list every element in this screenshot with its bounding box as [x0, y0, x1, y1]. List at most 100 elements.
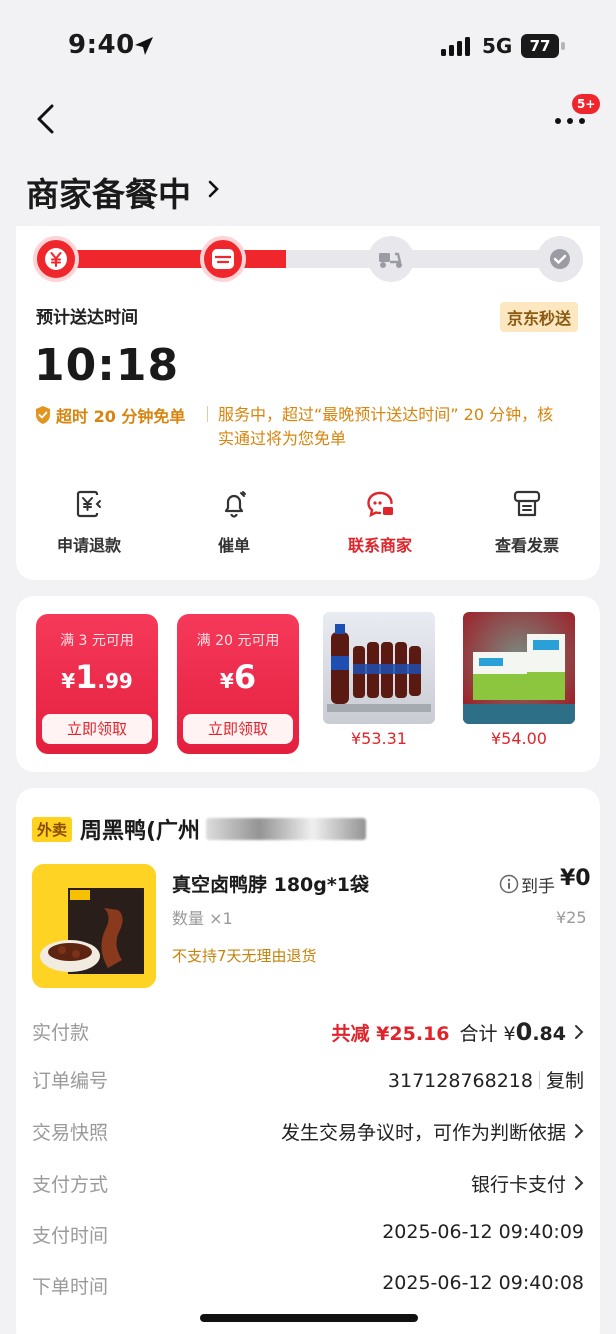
coupon-amount-cents: .99	[97, 669, 133, 693]
order-number: 317128768218	[387, 1070, 533, 1092]
net-price-label: 到手	[521, 877, 555, 897]
battery-level: 77	[521, 34, 559, 58]
service-tag: 京东秒送	[500, 302, 579, 332]
info-icon[interactable]	[499, 874, 519, 894]
total-prefix: 合计 ¥	[459, 1023, 516, 1045]
row-payment-method[interactable]: 支付方式 银行卡支付	[32, 1170, 584, 1200]
row-order-number: 订单编号 317128768218 复制	[32, 1066, 584, 1096]
row-label: 订单编号	[32, 1070, 109, 1092]
chevron-right-icon	[575, 1124, 584, 1138]
row-value: 共减 ¥25.16 合计 ¥0.84	[332, 1018, 584, 1046]
item-image[interactable]	[32, 864, 156, 988]
network-type: 5G	[482, 34, 513, 58]
guarantee-badge[interactable]: 超时 20 分钟免单	[34, 403, 185, 427]
home-indicator[interactable]	[200, 1314, 418, 1322]
product-price: ¥53.31	[351, 729, 407, 748]
claim-coupon-button[interactable]: 立即领取	[42, 714, 152, 744]
page-title[interactable]: 商家备餐中	[26, 168, 191, 216]
coupon-currency: ¥	[61, 669, 76, 693]
row-trade-snapshot[interactable]: 交易快照 发生交易争议时，可作为判断依据	[32, 1118, 584, 1148]
message-count-badge: 5+	[572, 94, 601, 114]
action-label: 联系商家	[347, 536, 412, 555]
status-bar: 9:40 5G 77	[0, 0, 616, 90]
product-thumbnail-milk[interactable]	[463, 612, 575, 724]
product-thumbnail-cola[interactable]	[323, 612, 435, 724]
guarantee-label: 超时 20 分钟免单	[56, 407, 186, 426]
eta-label: 预计送达时间	[36, 308, 138, 328]
shield-icon	[36, 406, 50, 424]
coupon-currency: ¥	[219, 669, 234, 693]
chevron-right-icon	[575, 1025, 584, 1039]
row-label: 交易快照	[32, 1122, 109, 1144]
total-discount: 共减 ¥25.16	[331, 1023, 450, 1045]
row-label: 实付款	[32, 1022, 90, 1044]
step-preparing-node	[200, 236, 246, 282]
original-price: ¥25	[556, 908, 587, 927]
battery-cap	[561, 42, 565, 50]
action-label: 催单	[217, 536, 250, 555]
guarantee-description: 服务中，超过“最晚预计送达时间” 20 分钟，核实通过将为您免单	[218, 405, 554, 448]
eta-time: 10:18	[34, 340, 180, 391]
action-label: 查看发票	[494, 536, 559, 555]
duck-neck-package-image	[32, 864, 156, 988]
net-price: ¥0	[560, 866, 591, 891]
total-amount-cents: .84	[532, 1023, 566, 1045]
item-name[interactable]: 真空卤鸭脖 180g*1袋	[172, 870, 369, 897]
claim-coupon-button[interactable]: 立即领取	[183, 714, 293, 744]
snapshot-description: 发生交易争议时，可作为判断依据	[280, 1122, 566, 1144]
step-delivering-node	[368, 236, 414, 282]
total-amount-main: 0	[515, 1018, 533, 1046]
coupon-amount: ¥1.99	[36, 658, 158, 696]
row-value: 银行卡支付	[471, 1170, 584, 1197]
request-refund-button[interactable]: 申请退款	[34, 488, 144, 556]
row-payment-time: 支付时间 2025-06-12 09:40:09	[32, 1221, 584, 1251]
row-label: 支付时间	[32, 1225, 109, 1247]
coupon-card[interactable]: 满 20 元可用 ¥6 立即领取	[177, 614, 299, 754]
battery-icon: 77	[521, 34, 565, 58]
merchant-chat-icon	[367, 491, 393, 518]
return-policy: 不支持7天无理由退货	[172, 947, 317, 965]
step-delivered-node	[537, 236, 583, 282]
chevron-right-icon[interactable]	[206, 178, 222, 200]
cola-bottles-image	[323, 612, 435, 724]
chevron-right-icon	[575, 1176, 584, 1190]
item-quantity: 数量 ×1	[172, 909, 233, 928]
copy-divider	[538, 1071, 540, 1089]
row-paid-amount[interactable]: 实付款 共减 ¥25.16 合计 ¥0.84	[32, 1018, 584, 1048]
status-time: 9:40	[68, 30, 135, 60]
view-invoice-button[interactable]: 查看发票	[472, 488, 582, 556]
copy-button[interactable]: 复制	[546, 1070, 584, 1092]
shop-icon	[212, 249, 234, 269]
product-price: ¥54.00	[491, 729, 547, 748]
payment-time: 2025-06-12 09:40:09	[382, 1221, 584, 1243]
row-value: 发生交易争议时，可作为判断依据	[281, 1118, 584, 1145]
refund-icon	[76, 490, 101, 518]
order-time: 2025-06-12 09:40:08	[382, 1272, 584, 1294]
invoice-icon	[513, 490, 541, 517]
cellular-signal-icon	[441, 37, 470, 56]
checkmark-icon	[550, 249, 570, 269]
milk-boxes-image	[463, 612, 575, 724]
redacted-store-name	[206, 818, 366, 840]
urge-order-button[interactable]: 催单	[179, 488, 289, 556]
coupon-card[interactable]: 满 3 元可用 ¥1.99 立即领取	[36, 614, 158, 754]
row-label: 下单时间	[32, 1276, 109, 1298]
coupon-amount: ¥6	[177, 658, 299, 696]
store-name[interactable]: 周黑鸭(广州	[80, 813, 200, 845]
step-paid-node	[33, 236, 79, 282]
coupon-condition: 满 20 元可用	[196, 633, 280, 649]
row-order-time: 下单时间 2025-06-12 09:40:08	[32, 1272, 584, 1302]
location-arrow-icon	[135, 37, 153, 55]
contact-merchant-button[interactable]: 联系商家	[325, 488, 435, 556]
back-button[interactable]	[30, 102, 64, 136]
coupon-amount-main: 1	[75, 658, 98, 696]
bell-icon	[224, 491, 246, 518]
scooter-icon	[379, 252, 402, 268]
row-label: 支付方式	[32, 1174, 109, 1196]
yuan-icon	[45, 248, 67, 270]
guarantee-divider	[207, 406, 208, 422]
action-label: 申请退款	[56, 536, 121, 555]
channel-tag: 外卖	[32, 817, 73, 842]
payment-method: 银行卡支付	[470, 1174, 566, 1196]
coupon-condition: 满 3 元可用	[60, 633, 134, 649]
